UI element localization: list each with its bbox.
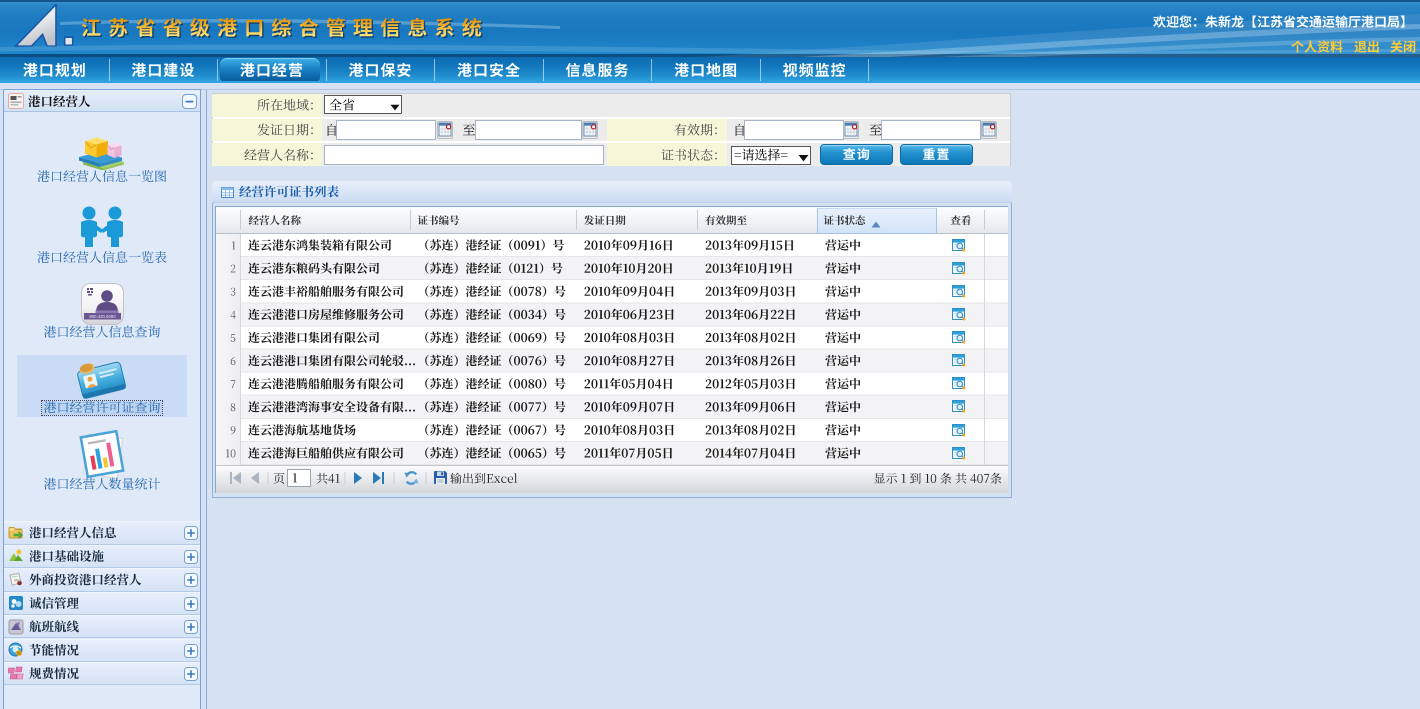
svg-text:800.430.6080: 800.430.6080 [89, 314, 116, 319]
svg-text:W: W [16, 651, 22, 657]
